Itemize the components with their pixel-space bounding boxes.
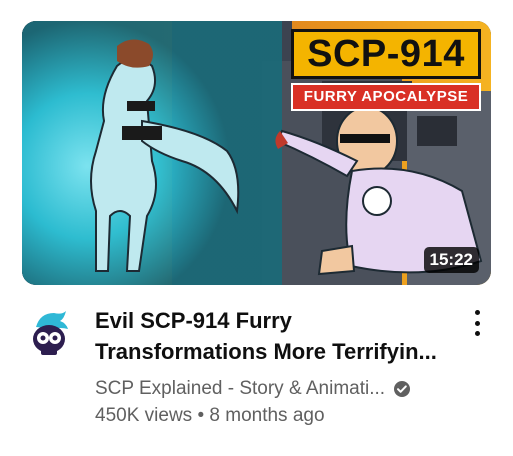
channel-avatar[interactable]: [22, 309, 74, 361]
skull-avatar-icon: [22, 309, 74, 361]
thumbnail-title: SCP-914: [291, 29, 481, 79]
channel-row: SCP Explained - Story & Animati...: [95, 375, 455, 402]
video-title[interactable]: Evil SCP-914 Furry Transformations More …: [95, 305, 455, 367]
thumbnail-title-badge: SCP-914 FURRY APOCALYPSE: [291, 29, 481, 111]
view-count: 450K views: [95, 405, 193, 426]
channel-name[interactable]: SCP Explained - Story & Animati...: [95, 375, 385, 402]
upload-age: 8 months ago: [209, 405, 325, 426]
video-title-line2[interactable]: Transformations More Terrifyin...: [95, 336, 455, 367]
video-stats: 450K views • 8 months ago: [95, 402, 455, 429]
video-metadata: Evil SCP-914 Furry Transformations More …: [95, 305, 455, 429]
video-card[interactable]: SCP-914 FURRY APOCALYPSE 15:22 Evil SCP-…: [0, 0, 513, 456]
duration-badge: 15:22: [423, 247, 479, 273]
thumbnail-subtitle: FURRY APOCALYPSE: [291, 83, 481, 111]
more-options-button[interactable]: [466, 308, 488, 338]
video-thumbnail[interactable]: SCP-914 FURRY APOCALYPSE 15:22: [22, 21, 491, 285]
stats-separator: •: [197, 405, 205, 426]
more-vert-icon: [474, 310, 480, 315]
video-title-line1[interactable]: Evil SCP-914 Furry: [95, 305, 455, 336]
verified-check-icon: [394, 380, 411, 397]
